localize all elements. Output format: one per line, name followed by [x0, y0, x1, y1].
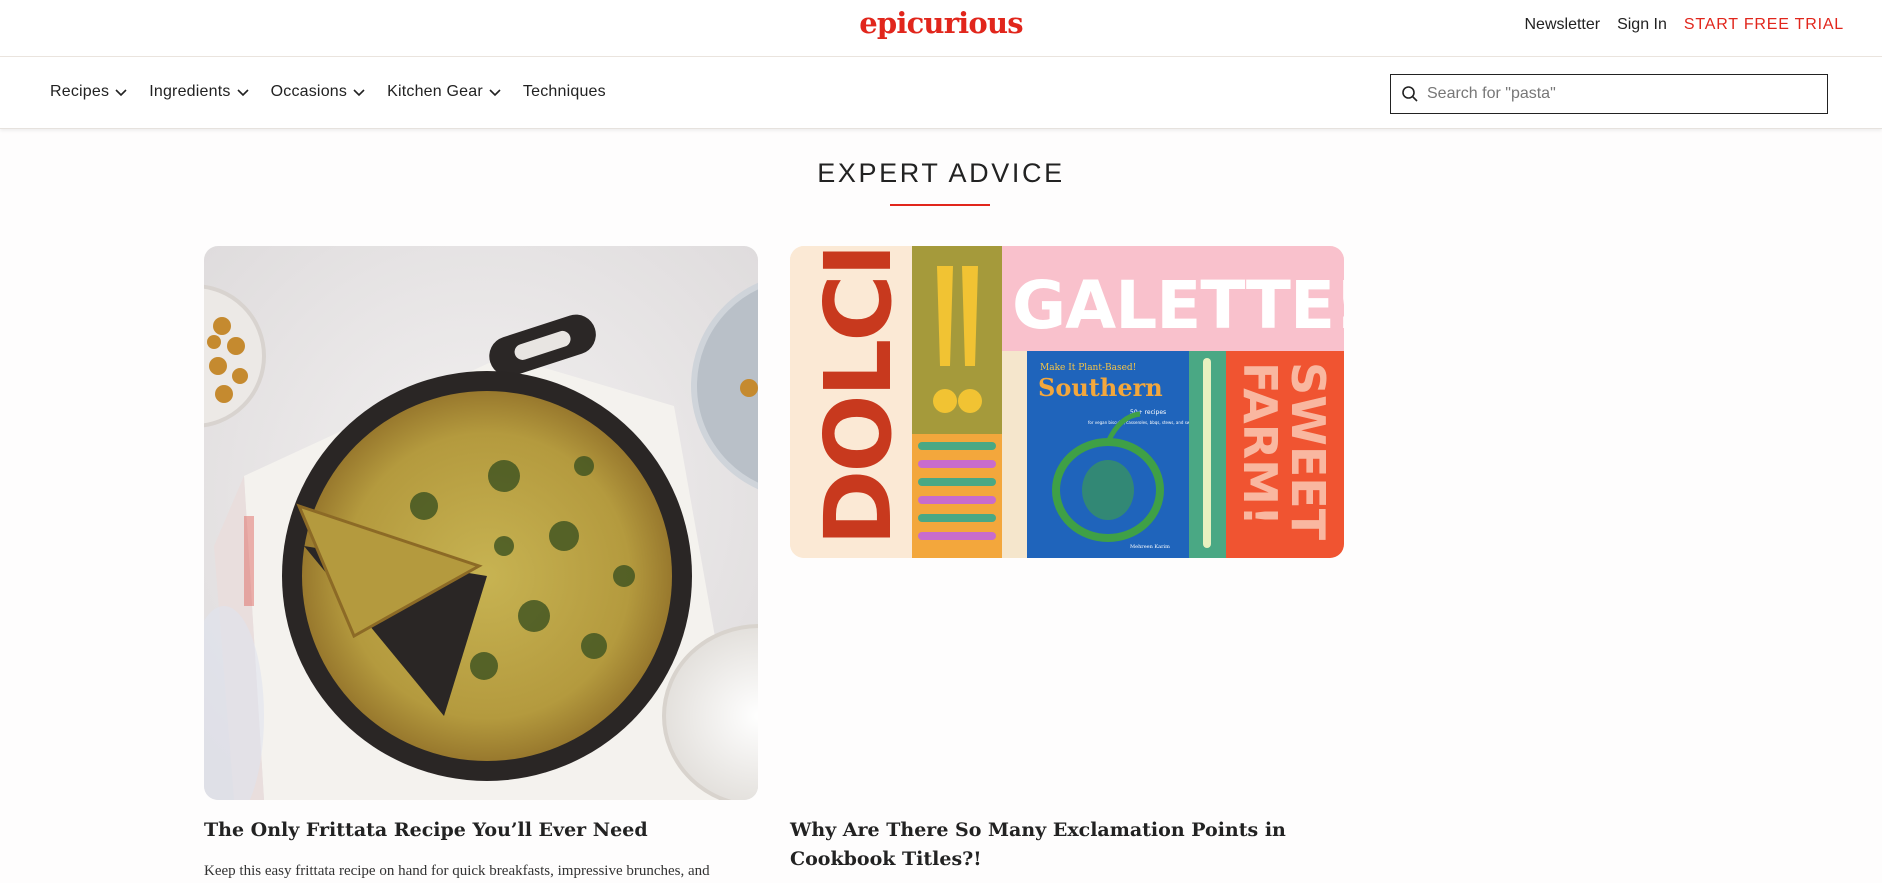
card-headline[interactable]: Why Are There So Many Exclamation Points… [790, 816, 1344, 874]
cover-text-southern: Southern [1038, 373, 1163, 402]
cover-text-galette: GALETTE! [1012, 267, 1344, 344]
search-box[interactable] [1390, 74, 1828, 114]
cover-text-author: Mehreen Karim [1130, 544, 1170, 550]
search-input[interactable] [1427, 85, 1807, 103]
nav-item-techniques[interactable]: Techniques [523, 83, 606, 101]
search-icon [1401, 85, 1419, 103]
main-nav: Recipes Ingredients Occasions Kitchen Ge… [0, 57, 1882, 129]
chevron-down-icon [236, 85, 250, 99]
account-links: Newsletter Sign In START FREE TRIAL [1508, 16, 1845, 34]
cover-text-sweet: SWEET [1281, 362, 1335, 541]
cover-text-dolci: DOLCI! [805, 246, 912, 546]
card-description: Keep this easy frittata recipe on hand f… [204, 863, 710, 879]
nav-item-label: Techniques [522, 83, 606, 100]
sign-in-link[interactable]: Sign In [1617, 16, 1667, 34]
nav-item-label: Occasions [270, 83, 348, 100]
cookbook-covers-image[interactable]: DOLCI! GALETTE! Make It Plant-Based! Sou… [790, 246, 1344, 558]
cover-text-farm: FARM! [1233, 362, 1287, 526]
nav-item-recipes[interactable]: Recipes [50, 83, 128, 101]
nav-item-label: Recipes [50, 83, 110, 100]
frittata-image[interactable] [204, 246, 758, 800]
article-card: The Only Frittata Recipe You’ll Ever Nee… [204, 246, 758, 879]
chevron-down-icon [488, 85, 502, 99]
nav-menu: Recipes Ingredients Occasions Kitchen Ge… [50, 83, 627, 101]
article-card: DOLCI! GALETTE! Make It Plant-Based! Sou… [790, 246, 1344, 870]
nav-item-label: Ingredients [149, 83, 231, 100]
start-free-trial-link[interactable]: START FREE TRIAL [1684, 16, 1844, 34]
cover-text-recipes-sub: for vegan biscuits, casseroles, bbqs, st… [1088, 420, 1199, 425]
section-title: EXPERT ADVICE [817, 158, 1065, 188]
cover-text-plant-based: Make It Plant-Based! [1040, 363, 1136, 373]
card-headline[interactable]: The Only Frittata Recipe You’ll Ever Nee… [204, 816, 758, 845]
chevron-down-icon [352, 85, 366, 99]
title-underline [890, 204, 990, 206]
top-header: epicurious Newsletter Sign In START FREE… [0, 0, 1882, 57]
newsletter-link[interactable]: Newsletter [1525, 16, 1601, 34]
chevron-down-icon [114, 85, 128, 99]
nav-item-kitchen-gear[interactable]: Kitchen Gear [387, 83, 502, 101]
nav-item-label: Kitchen Gear [387, 83, 483, 100]
nav-item-ingredients[interactable]: Ingredients [149, 83, 249, 101]
nav-item-occasions[interactable]: Occasions [271, 83, 367, 101]
